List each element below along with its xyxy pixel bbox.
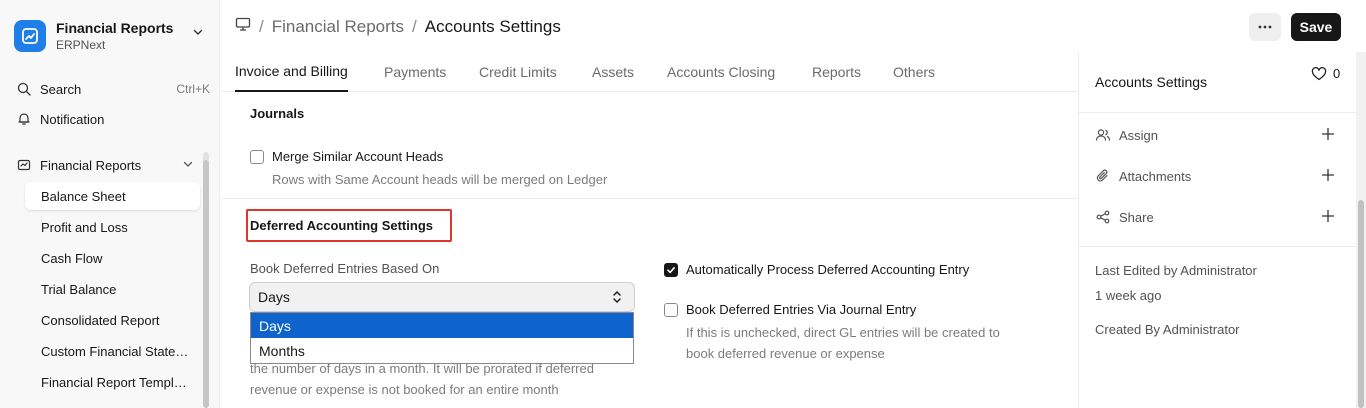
check-icon [667,266,675,273]
select-value: Days [258,289,290,305]
sidebar-item-cash-flow[interactable]: Cash Flow [25,244,200,272]
topbar: / Financial Reports / Accounts Settings … [221,0,1366,52]
merge-similar-account-heads-checkbox[interactable]: Merge Similar Account Heads [250,149,443,164]
via-journal-label: Book Deferred Entries Via Journal Entry [686,302,917,317]
add-share-icon[interactable] [1321,209,1335,226]
assign-row[interactable]: Assign [1095,124,1335,146]
select-arrows-icon [612,289,622,308]
section-title-deferred-accounting: Deferred Accounting Settings [250,218,433,233]
sidebar-item-balance-sheet[interactable]: Balance Sheet [25,182,200,210]
sidebar-section-financial-reports[interactable]: Financial Reports [16,152,194,178]
page-scrollbar-thumb[interactable] [1358,200,1364,408]
tab-credit-limits[interactable]: Credit Limits [479,52,557,92]
sidebar-item-profit-and-loss[interactable]: Profit and Loss [25,213,200,241]
like-count: 0 [1333,66,1341,81]
tab-accounts-closing[interactable]: Accounts Closing [667,52,775,92]
option-days[interactable]: Days [251,313,633,338]
add-attachment-icon[interactable] [1321,168,1335,185]
breadcrumb-separator: / [412,16,417,36]
desktop-icon[interactable] [235,16,251,37]
based-on-help-line2: revenue or expense is not booked for an … [250,382,559,397]
via-journal-help-line2: book deferred revenue or expense [686,346,885,361]
attachments-label: Attachments [1119,168,1192,184]
checkbox-box[interactable] [250,149,264,164]
sidebar: Financial Reports ERPNext Search Ctrl+K … [0,0,220,408]
ellipsis-icon [1258,25,1272,29]
sidebar-notification-label: Notification [40,111,105,127]
breadcrumb-parent[interactable]: Financial Reports [272,17,404,37]
search-icon [16,81,32,97]
users-icon [1095,127,1111,143]
chevron-down-icon[interactable] [182,158,194,173]
chevron-down-icon[interactable] [192,26,204,41]
tab-others[interactable]: Others [893,52,935,92]
sidebar-notification[interactable]: Notification [16,106,210,132]
report-icon [16,157,32,173]
paperclip-icon [1095,168,1111,184]
search-shortcut: Ctrl+K [176,82,210,96]
share-label: Share [1119,209,1154,225]
like-button[interactable]: 0 [1311,66,1340,81]
tab-assets[interactable]: Assets [592,52,634,92]
assign-label: Assign [1119,127,1159,143]
app-switcher[interactable]: Financial Reports ERPNext [14,14,210,58]
sidebar-scrollbar-thumb[interactable] [203,160,209,408]
auto-process-deferred-checkbox[interactable]: Automatically Process Deferred Accountin… [664,262,969,277]
share-row[interactable]: Share [1095,206,1335,228]
book-based-on-label: Book Deferred Entries Based On [250,261,440,276]
sidebar-item-custom-financial-statements[interactable]: Custom Financial Statements [25,337,200,365]
bell-icon [16,111,32,127]
sidebar-item-label: Custom Financial Statements [41,343,193,359]
page-title: Accounts Settings [424,16,561,36]
sidebar-item-label: Financial Report Templates [41,374,193,390]
heart-icon [1311,66,1327,80]
sidebar-search-label: Search [40,81,82,97]
sidebar-section-label: Financial Reports [40,157,142,173]
merge-label: Merge Similar Account Heads [272,149,444,164]
tab-bar: Invoice and Billing Payments Credit Limi… [221,52,1078,92]
more-options-button[interactable] [1249,13,1281,41]
tab-payments[interactable]: Payments [384,52,446,92]
share-icon [1095,209,1111,225]
sidebar-scrollbar[interactable] [203,152,209,408]
tab-reports[interactable]: Reports [812,52,861,92]
sidebar-item-financial-report-templates[interactable]: Financial Report Templates [25,368,200,396]
tab-invoice-and-billing[interactable]: Invoice and Billing [235,52,348,92]
book-via-journal-entry-checkbox[interactable]: Book Deferred Entries Via Journal Entry [664,302,916,317]
sidebar-item-trial-balance[interactable]: Trial Balance [25,275,200,303]
app-logo-icon [14,20,46,52]
book-based-on-select[interactable]: Days [249,282,635,312]
doc-title: Accounts Settings [1095,74,1208,90]
section-title-journals: Journals [250,106,305,121]
sidebar-item-consolidated-report[interactable]: Consolidated Report [25,306,200,334]
last-edited-by: Last Edited by Administrator [1095,263,1257,278]
via-journal-help-line1: If this is unchecked, direct GL entries … [686,325,1000,340]
merge-help-text: Rows with Same Account heads will be mer… [272,172,608,187]
book-based-on-dropdown: Days Months [250,312,634,364]
breadcrumb: / Financial Reports / Accounts Settings [235,16,561,37]
panel-divider [1079,246,1357,247]
attachments-row[interactable]: Attachments [1095,165,1335,187]
save-button[interactable]: Save [1291,13,1341,41]
checkbox-box[interactable] [664,302,678,317]
app-subtitle: ERPNext [56,38,106,52]
panel-divider [1079,112,1357,113]
based-on-help-line1: the number of days in a month. It will b… [250,361,594,376]
app-title: Financial Reports [56,20,174,36]
sidebar-right: Accounts Settings 0 Assign Attachments S… [1078,52,1357,408]
page-scrollbar[interactable] [1356,52,1366,408]
breadcrumb-separator: / [259,16,264,36]
sidebar-search[interactable]: Search Ctrl+K [16,76,210,102]
checkbox-box[interactable] [664,262,678,277]
section-divider [221,198,1078,199]
last-edited-time: 1 week ago [1095,288,1162,303]
form-body: Journals Merge Similar Account Heads Row… [221,92,1078,408]
auto-process-label: Automatically Process Deferred Accountin… [686,262,970,277]
add-assign-icon[interactable] [1321,127,1335,144]
created-by: Created By Administrator [1095,322,1240,337]
